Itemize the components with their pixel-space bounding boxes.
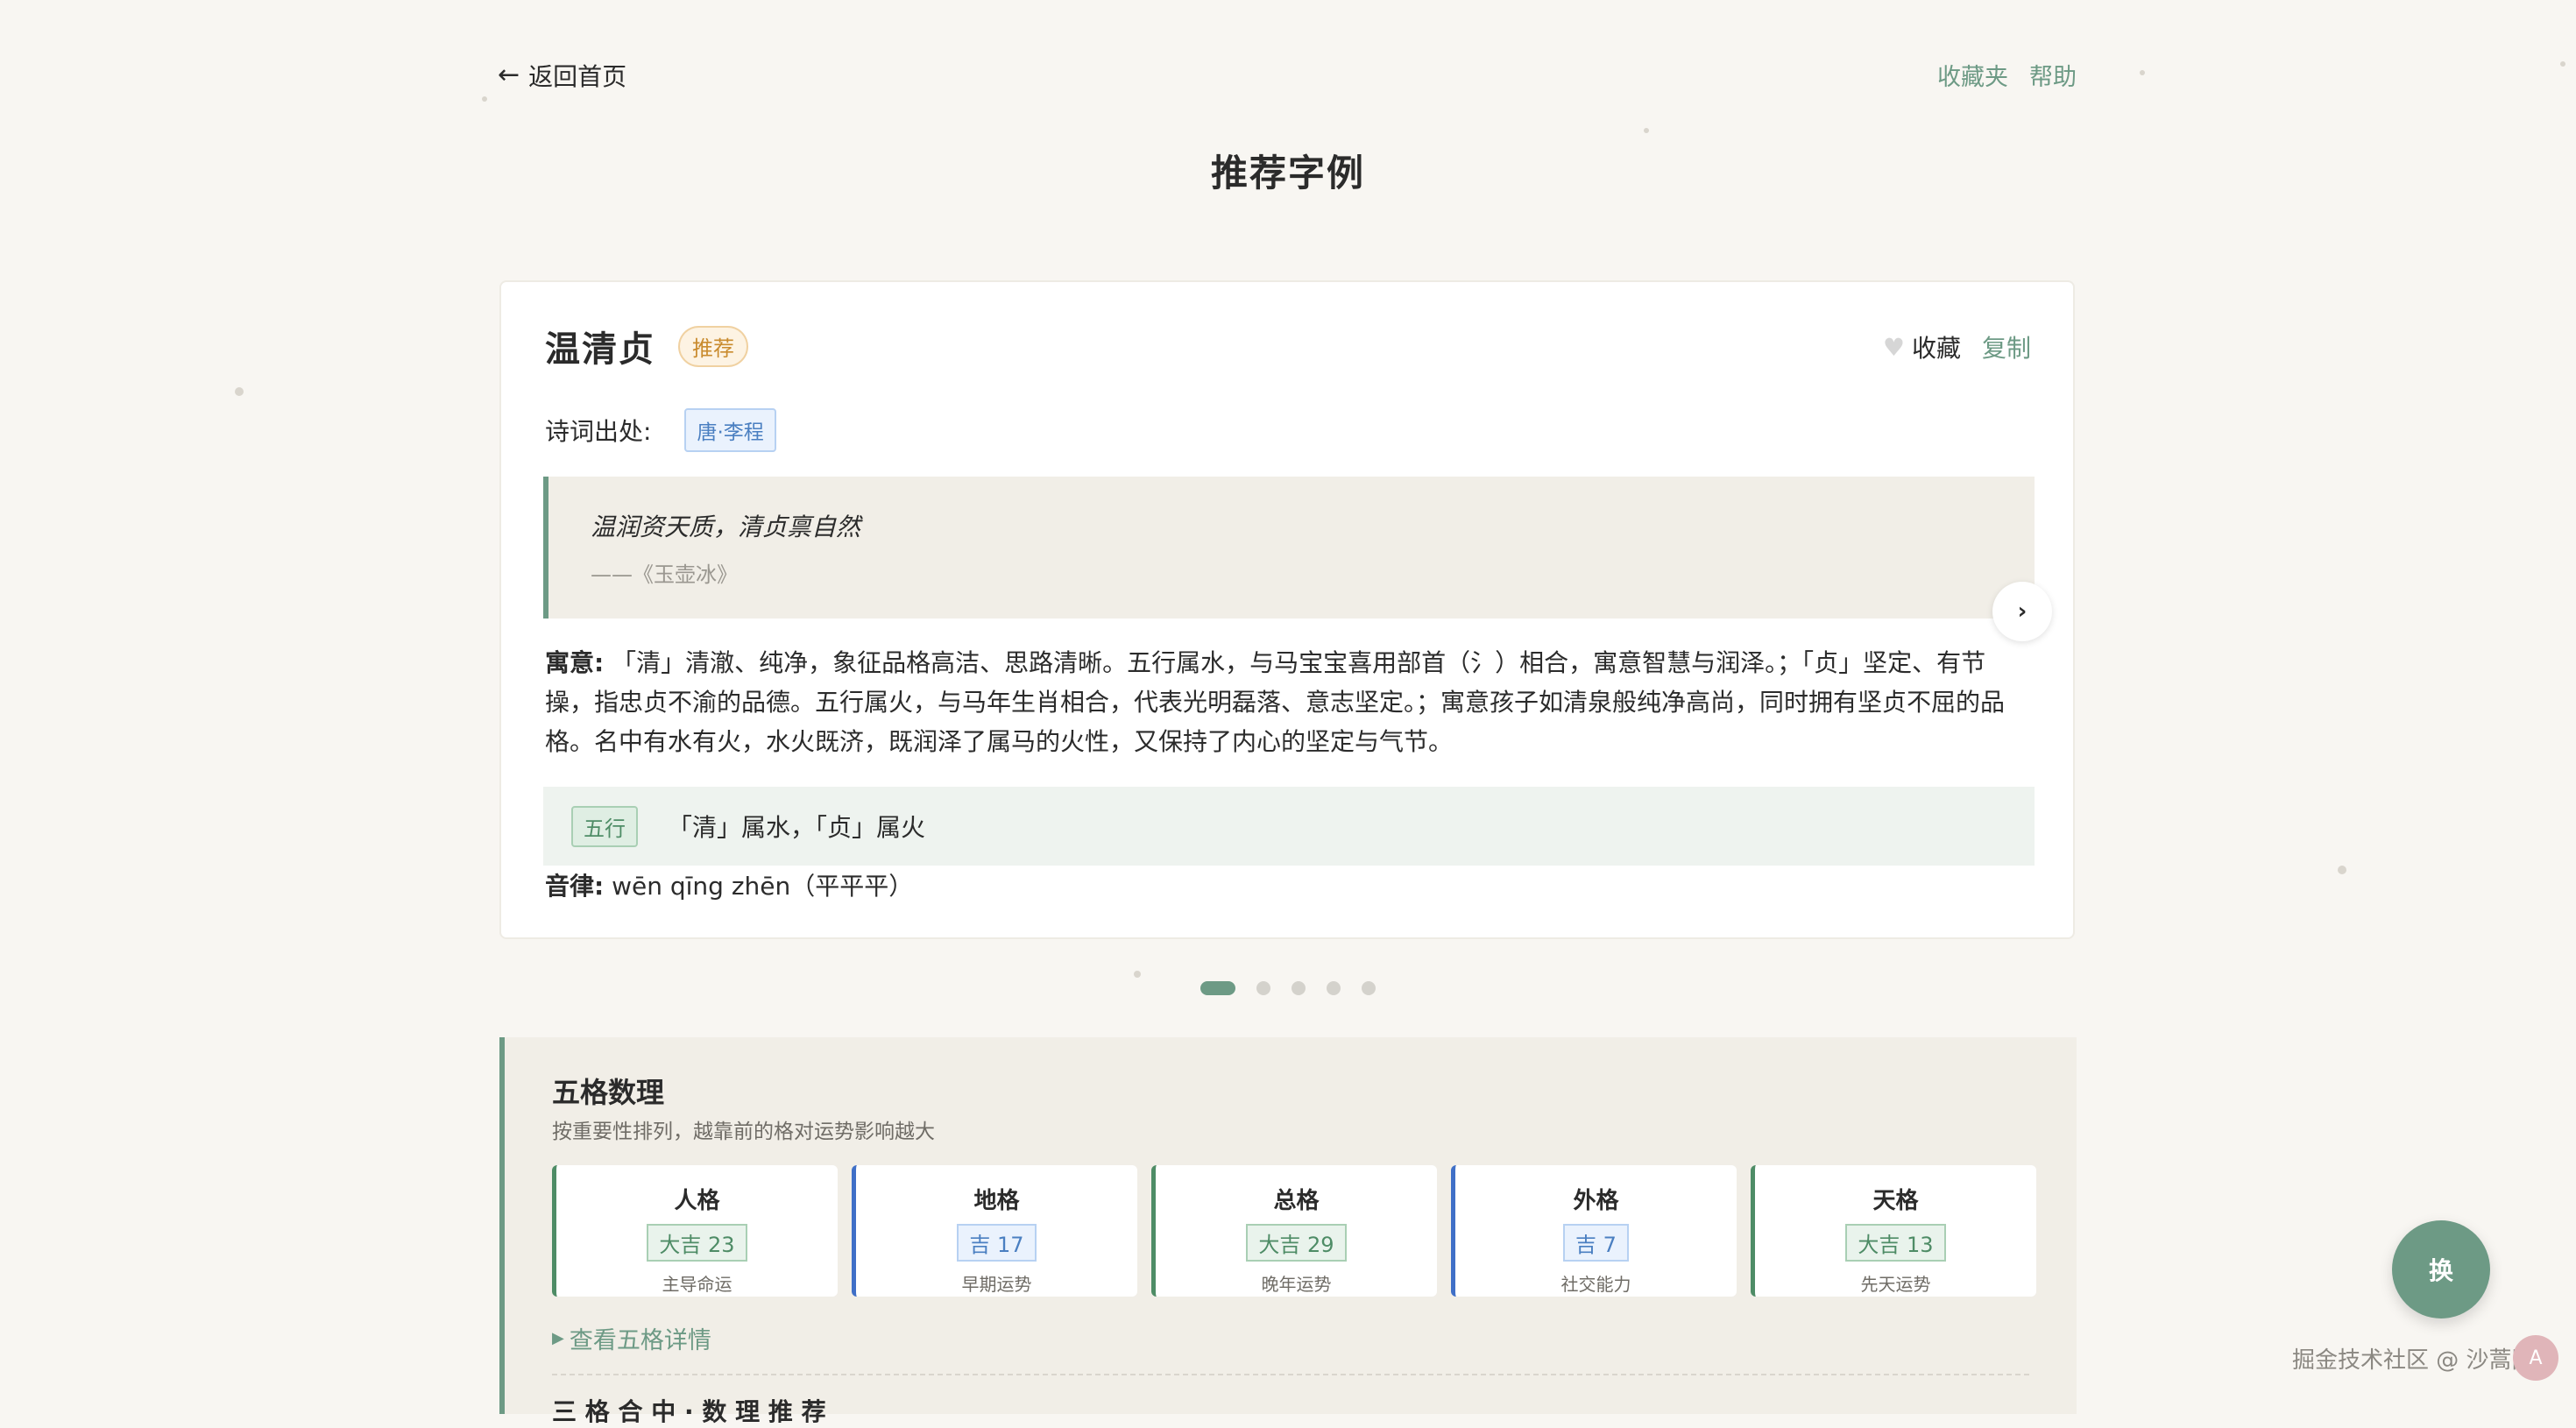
carousel-dot-5[interactable]	[1362, 981, 1376, 995]
yinlv-row: 音律: wēn qīng zhēn（平平平）	[545, 867, 913, 902]
carousel-dots	[1200, 981, 1376, 995]
name-card: 温清贞 推荐 ♥ 收藏 复制 诗词出处: 唐·李程 温润资天质，清贞禀自然 ——…	[499, 280, 2075, 939]
top-links: 收藏夹 帮助	[1937, 58, 2077, 92]
background-dot	[1134, 971, 1141, 978]
grid-name: 地格	[973, 1188, 1020, 1214]
favorite-button[interactable]: ♥ 收藏	[1883, 329, 1961, 364]
change-name-button[interactable]: 换	[2392, 1220, 2490, 1318]
grid-desc: 晚年运势	[1261, 1274, 1332, 1295]
background-dot	[2140, 70, 2145, 75]
background-dot	[2560, 61, 2565, 67]
wuge-subtitle: 按重要性排列，越靠前的格对运势影响越大	[552, 1120, 935, 1143]
grid-score: 大吉 23	[647, 1224, 747, 1262]
wuge-grid-row: 人格 大吉 23 主导命运 地格 吉 17 早期运势 总格 大吉 29 晚年运势…	[552, 1165, 2036, 1297]
grid-score: 吉 7	[1563, 1224, 1629, 1262]
translate-avatar[interactable]: A	[2513, 1335, 2558, 1381]
grid-desc: 社交能力	[1560, 1274, 1631, 1295]
grid-desc: 主导命运	[662, 1274, 732, 1295]
grid-name: 天格	[1872, 1188, 1919, 1214]
wuxing-tag: 五行	[571, 805, 638, 847]
grid-name: 人格	[674, 1188, 720, 1214]
meaning-label: 寓意:	[545, 648, 605, 677]
poem-line: 温润资天质，清贞禀自然	[591, 513, 861, 541]
copy-button[interactable]: 复制	[1982, 329, 2031, 364]
wuxing-text: 「清」属水，「贞」属火	[668, 813, 926, 842]
carousel-dot-2[interactable]	[1256, 981, 1270, 995]
back-home-link[interactable]: ← 返回首页	[498, 58, 626, 93]
grid-card-waige: 外格 吉 7 社交能力	[1451, 1165, 1737, 1297]
help-link[interactable]: 帮助	[2029, 58, 2077, 92]
wuge-details-label: 查看五格详情	[569, 1327, 711, 1354]
next-card-button[interactable]: ›	[1992, 582, 2052, 641]
recommended-name: 温清贞	[545, 329, 655, 370]
yinlv-text: wēn qīng zhēn（平平平）	[612, 872, 914, 901]
grid-score: 吉 17	[957, 1224, 1037, 1262]
wuge-section: 五格数理 按重要性排列，越靠前的格对运势影响越大 人格 大吉 23 主导命运 地…	[499, 1037, 2077, 1426]
carousel-dot-3[interactable]	[1292, 981, 1306, 995]
poem-title: ——《玉壶冰》	[591, 562, 738, 587]
favorites-link[interactable]: 收藏夹	[1937, 58, 2008, 92]
grid-desc: 先天运势	[1860, 1274, 1931, 1295]
grid-score: 大吉 13	[1845, 1224, 1946, 1262]
poem-quote: 温润资天质，清贞禀自然 ——《玉壶冰》	[543, 477, 2035, 619]
back-home-label: 返回首页	[528, 62, 627, 91]
triangle-right-icon: ▶	[552, 1329, 564, 1347]
wuxing-row: 五行 「清」属水，「贞」属火	[543, 787, 2035, 866]
poem-source-label: 诗词出处:	[545, 417, 652, 446]
grid-card-tiange: 天格 大吉 13 先天运势	[1751, 1165, 2036, 1297]
grid-card-renge: 人格 大吉 23 主导命运	[552, 1165, 838, 1297]
poem-source-row: 诗词出处: 唐·李程	[545, 408, 776, 452]
favorite-label: 收藏	[1911, 334, 1961, 363]
background-dot	[1644, 128, 1649, 133]
background-dot	[235, 387, 244, 396]
arrow-left-icon: ←	[498, 60, 520, 90]
poet-tag: 唐·李程	[684, 408, 776, 452]
wuge-details-toggle[interactable]: ▶ 查看五格详情	[552, 1321, 711, 1355]
wuge-title: 五格数理	[552, 1076, 665, 1109]
section-divider	[552, 1374, 2029, 1375]
grid-card-dige: 地格 吉 17 早期运势	[852, 1165, 1137, 1297]
card-header: 温清贞 推荐	[545, 321, 748, 371]
grid-name: 外格	[1573, 1188, 1619, 1214]
grid-card-zongge: 总格 大吉 29 晚年运势	[1151, 1165, 1437, 1297]
background-dot	[482, 96, 487, 102]
recommend-badge: 推荐	[678, 325, 748, 367]
grid-name: 总格	[1273, 1188, 1320, 1214]
sancai-title: 三 格 合 中 · 数 理 推 荐	[552, 1397, 826, 1426]
heart-icon: ♥	[1882, 332, 1905, 362]
meaning-text: 「清」清澈、纯净，象征品格高洁、思路清晰。五行属水，与马宝宝喜用部首（氵）相合，…	[545, 648, 2006, 756]
grid-desc: 早期运势	[961, 1274, 1032, 1295]
meaning-paragraph: 寓意: 「清」清澈、纯净，象征品格高洁、思路清晰。五行属水，与马宝宝喜用部首（氵…	[545, 643, 2035, 761]
card-actions: ♥ 收藏 复制	[1883, 329, 2031, 364]
chevron-right-icon: ›	[2017, 598, 2028, 625]
carousel-dot-4[interactable]	[1327, 981, 1341, 995]
yinlv-label: 音律:	[545, 872, 605, 901]
background-dot	[2338, 866, 2346, 874]
grid-score: 大吉 29	[1246, 1224, 1347, 1262]
carousel-dot-1[interactable]	[1200, 981, 1235, 995]
page-title: 推荐字例	[1210, 152, 1365, 194]
